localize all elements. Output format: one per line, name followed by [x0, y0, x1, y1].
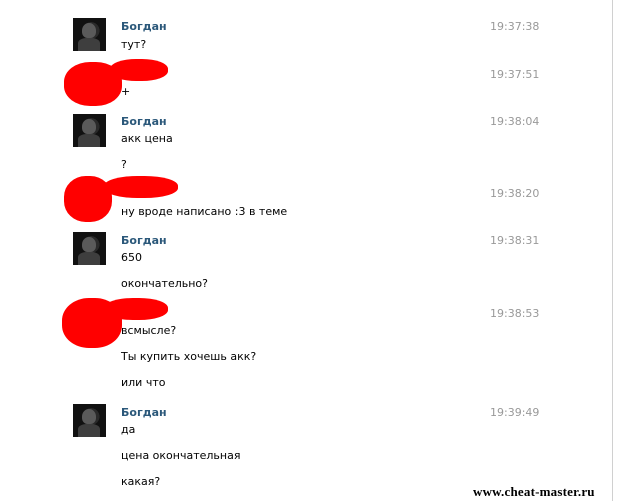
avatar[interactable]	[73, 232, 106, 265]
message-text: тут?	[121, 38, 147, 51]
message-text: ?	[121, 158, 127, 171]
message-text: цена окончательная	[121, 449, 241, 462]
avatar[interactable]	[73, 114, 106, 147]
message-text: какая?	[121, 475, 161, 488]
message-text: всмысле?	[121, 324, 177, 337]
redacted-author	[104, 298, 168, 320]
message-text: +	[121, 85, 131, 98]
message-author[interactable]: Богдан	[121, 20, 167, 33]
message-time: 19:37:51	[490, 68, 540, 81]
message-author[interactable]: Богдан	[121, 406, 167, 419]
message-text: окончательно?	[121, 277, 208, 290]
message-time: 19:37:38	[490, 20, 540, 33]
scrollbar[interactable]	[612, 0, 625, 501]
avatar[interactable]	[73, 404, 106, 437]
message-time: 19:38:53	[490, 307, 540, 320]
message-text: или что	[121, 376, 166, 389]
avatar[interactable]	[73, 18, 106, 51]
message-text: да	[121, 423, 136, 436]
message-text: Ты купить хочешь акк?	[121, 350, 257, 363]
message-text: ну вроде написано :3 в теме	[121, 205, 288, 218]
redacted-author	[104, 176, 178, 198]
redacted-author	[110, 59, 168, 81]
message-time: 19:38:20	[490, 187, 540, 200]
message-text: акк цена	[121, 132, 173, 145]
watermark: www.cheat-master.ru	[473, 484, 595, 499]
message-author[interactable]: Богдан	[121, 234, 167, 247]
message-time: 19:38:04	[490, 115, 540, 128]
message-author[interactable]: Богдан	[121, 115, 167, 128]
message-time: 19:38:31	[490, 234, 540, 247]
message-text: 650	[121, 251, 142, 264]
message-time: 19:39:49	[490, 406, 540, 419]
